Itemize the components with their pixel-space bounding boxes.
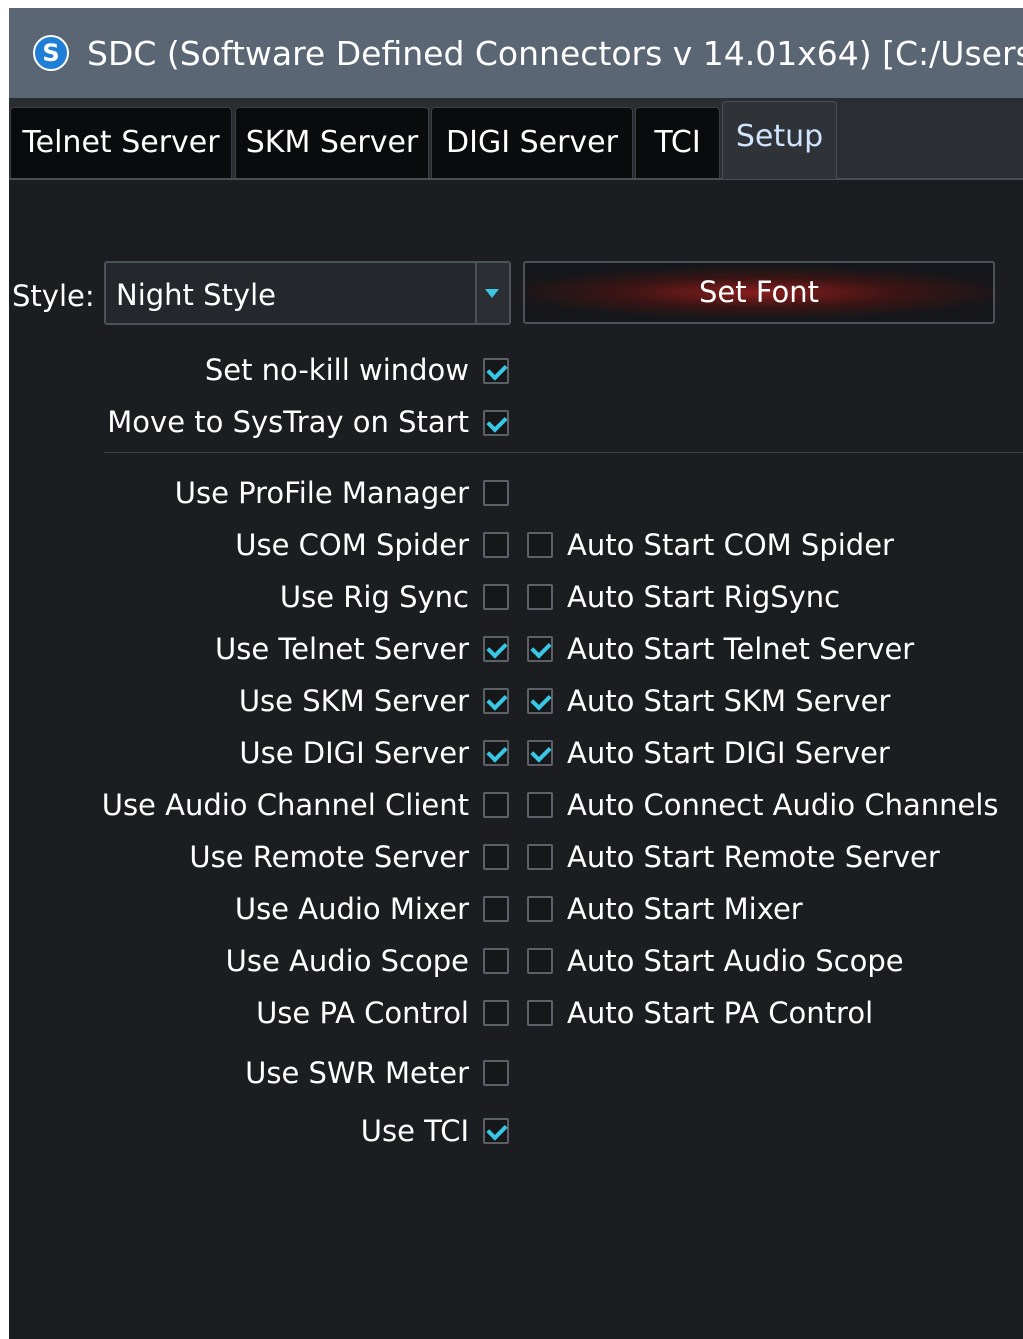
use-audio-scope-checkbox[interactable]: [483, 948, 509, 974]
use-tci-label: Use TCI: [360, 1114, 469, 1148]
style-label: Style:: [12, 279, 95, 313]
use-remote-server-checkbox[interactable]: [483, 844, 509, 870]
use-audio-mixer-checkbox[interactable]: [483, 896, 509, 922]
auto-start-remote-server-checkbox[interactable]: [527, 844, 553, 870]
set-font-button[interactable]: Set Font: [523, 261, 995, 324]
auto-start-digi-server-label: Auto Start DIGI Server: [567, 736, 890, 770]
use-audio-channel-client-checkbox[interactable]: [483, 792, 509, 818]
auto-start-audio-scope-label: Auto Start Audio Scope: [567, 944, 904, 978]
auto-start-telnet-server-checkbox[interactable]: [527, 636, 553, 662]
set-no-kill-window-label: Set no-kill window: [204, 353, 469, 387]
use-audio-channel-client-label: Use Audio Channel Client: [101, 788, 469, 822]
use-swr-meter-label: Use SWR Meter: [245, 1056, 469, 1090]
move-to-systray-checkbox[interactable]: [483, 410, 509, 436]
auto-connect-audio-channels-label: Auto Connect Audio Channels: [567, 788, 999, 822]
use-profile-manager-label: Use ProFile Manager: [174, 476, 469, 510]
use-skm-server-label: Use SKM Server: [238, 684, 469, 718]
auto-start-skm-server-checkbox[interactable]: [527, 688, 553, 714]
move-to-systray-label: Move to SysTray on Start: [107, 405, 469, 439]
auto-start-rigsync-checkbox[interactable]: [527, 584, 553, 610]
dropdown-arrow-icon[interactable]: [475, 263, 509, 323]
use-com-spider-label: Use COM Spider: [235, 528, 469, 562]
auto-connect-audio-channels-checkbox[interactable]: [527, 792, 553, 818]
use-rig-sync-label: Use Rig Sync: [279, 580, 469, 614]
use-tci-checkbox[interactable]: [483, 1118, 509, 1144]
auto-start-com-spider-checkbox[interactable]: [527, 532, 553, 558]
window-title: SDC (Software Defined Connectors v 14.01…: [87, 34, 1023, 73]
auto-start-telnet-server-label: Auto Start Telnet Server: [567, 632, 915, 666]
auto-start-rigsync-label: Auto Start RigSync: [567, 580, 841, 614]
style-select[interactable]: Night Style: [104, 261, 511, 325]
auto-start-remote-server-label: Auto Start Remote Server: [567, 840, 940, 874]
separator: [104, 452, 1023, 453]
tab-setup[interactable]: Setup: [722, 101, 837, 179]
use-audio-mixer-label: Use Audio Mixer: [234, 892, 469, 926]
use-pa-control-label: Use PA Control: [256, 996, 469, 1030]
use-digi-server-label: Use DIGI Server: [239, 736, 469, 770]
sdc-window: S SDC (Software Defined Connectors v 14.…: [9, 8, 1023, 1339]
use-telnet-server-label: Use Telnet Server: [215, 632, 469, 666]
set-no-kill-window-checkbox[interactable]: [483, 358, 509, 384]
use-swr-meter-checkbox[interactable]: [483, 1060, 509, 1086]
auto-start-mixer-label: Auto Start Mixer: [567, 892, 803, 926]
use-rig-sync-checkbox[interactable]: [483, 584, 509, 610]
use-com-spider-checkbox[interactable]: [483, 532, 509, 558]
tab-digi-server[interactable]: DIGI Server: [431, 107, 633, 178]
auto-start-pa-control-checkbox[interactable]: [527, 1000, 553, 1026]
tab-bar: Telnet Server SKM Server DIGI Server TCI…: [9, 98, 1023, 180]
auto-start-audio-scope-checkbox[interactable]: [527, 948, 553, 974]
use-remote-server-label: Use Remote Server: [189, 840, 469, 874]
tab-tci[interactable]: TCI: [635, 107, 720, 178]
app-logo-icon: S: [33, 35, 69, 71]
use-telnet-server-checkbox[interactable]: [483, 636, 509, 662]
style-select-value: Night Style: [116, 278, 276, 312]
use-profile-manager-checkbox[interactable]: [483, 480, 509, 506]
use-skm-server-checkbox[interactable]: [483, 688, 509, 714]
auto-start-mixer-checkbox[interactable]: [527, 896, 553, 922]
tab-skm-server[interactable]: SKM Server: [235, 107, 429, 178]
auto-start-skm-server-label: Auto Start SKM Server: [567, 684, 891, 718]
auto-start-pa-control-label: Auto Start PA Control: [567, 996, 874, 1030]
auto-start-digi-server-checkbox[interactable]: [527, 740, 553, 766]
title-bar[interactable]: S SDC (Software Defined Connectors v 14.…: [9, 8, 1023, 98]
use-digi-server-checkbox[interactable]: [483, 740, 509, 766]
use-audio-scope-label: Use Audio Scope: [225, 944, 469, 978]
use-pa-control-checkbox[interactable]: [483, 1000, 509, 1026]
tab-telnet-server[interactable]: Telnet Server: [10, 107, 232, 178]
auto-start-com-spider-label: Auto Start COM Spider: [567, 528, 894, 562]
